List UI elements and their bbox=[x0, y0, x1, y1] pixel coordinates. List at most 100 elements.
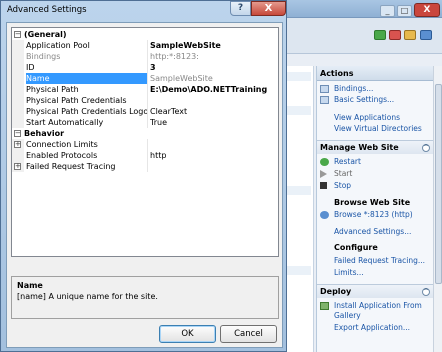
iis-manager-window: _ □ X Actions Bindings... Basic Settings… bbox=[276, 0, 442, 352]
start-link[interactable]: Start bbox=[334, 169, 352, 178]
maximize-button[interactable]: □ bbox=[397, 5, 412, 17]
property-value[interactable]: ClearText bbox=[150, 106, 278, 117]
actions-pane: Actions Bindings... Basic Settings... Vi… bbox=[316, 66, 434, 352]
restart-link[interactable]: Restart bbox=[334, 157, 361, 166]
grid-property-row[interactable]: Start Automatically True bbox=[12, 117, 278, 128]
refresh-icon[interactable] bbox=[374, 30, 386, 40]
manage-web-site-title: Manage Web Site bbox=[320, 143, 399, 152]
close-button[interactable]: X bbox=[251, 1, 286, 16]
install-from-gallery-link[interactable]: Install Application From bbox=[334, 301, 422, 310]
bindings-icon bbox=[320, 85, 329, 93]
column-divider bbox=[147, 106, 148, 117]
restart-icon bbox=[320, 158, 329, 166]
help-icon[interactable] bbox=[420, 30, 432, 40]
property-value[interactable]: True bbox=[150, 117, 278, 128]
collapse-icon[interactable]: − bbox=[14, 31, 21, 38]
grid-property-row[interactable]: Physical Path Credentials bbox=[12, 95, 278, 106]
iis-titlebar: _ □ X bbox=[276, 0, 442, 18]
grid-property-row[interactable]: Name SampleWebSite bbox=[12, 73, 278, 84]
property-name: Name bbox=[26, 73, 148, 84]
view-applications-link[interactable]: View Applications bbox=[334, 113, 400, 122]
column-divider bbox=[147, 139, 148, 150]
grid-property-row[interactable]: Physical Path E:\Demo\ADO.NETTraining bbox=[12, 84, 278, 95]
actions-header: Actions bbox=[317, 66, 434, 81]
row-gutter bbox=[12, 40, 24, 51]
install-from-gallery-link-cont[interactable]: Gallery bbox=[334, 311, 361, 320]
ok-button[interactable]: OK bbox=[159, 325, 216, 343]
cancel-button[interactable]: Cancel bbox=[220, 325, 277, 343]
grid-property-row[interactable]: ID 3 bbox=[12, 62, 278, 73]
actions-scrollbar[interactable] bbox=[433, 66, 442, 352]
property-name: Bindings bbox=[26, 52, 61, 61]
help-button[interactable]: ? bbox=[230, 1, 251, 16]
property-value[interactable]: SampleWebSite bbox=[150, 40, 278, 51]
stop-icon[interactable] bbox=[389, 30, 401, 40]
column-divider bbox=[147, 84, 148, 95]
advanced-settings-link[interactable]: Advanced Settings... bbox=[334, 227, 411, 236]
grid-property-row[interactable]: Application Pool SampleWebSite bbox=[12, 40, 278, 51]
grid-property-row[interactable]: Bindings http:*:8123: bbox=[12, 51, 278, 62]
deploy-title: Deploy bbox=[320, 287, 352, 296]
property-name: Connection Limits bbox=[26, 140, 98, 149]
basic-settings-link[interactable]: Basic Settings... bbox=[334, 95, 394, 104]
install-icon bbox=[320, 302, 329, 310]
property-name: Failed Request Tracing bbox=[26, 162, 116, 171]
view-virtual-directories-link[interactable]: View Virtual Directories bbox=[334, 124, 422, 133]
bindings-link[interactable]: Bindings... bbox=[334, 84, 373, 93]
property-value[interactable]: SampleWebSite bbox=[150, 73, 278, 84]
manage-web-site-section[interactable]: Manage Web Site ^ bbox=[317, 140, 434, 154]
limits-link[interactable]: Limits... bbox=[334, 268, 364, 277]
column-divider bbox=[147, 150, 148, 161]
row-gutter bbox=[12, 106, 24, 117]
grid-category-row[interactable]: − (General) bbox=[12, 29, 278, 40]
deploy-section[interactable]: Deploy ^ bbox=[317, 284, 434, 298]
dialog-body: − (General) Application Pool SampleWebSite B… bbox=[6, 22, 283, 348]
category-label: (General) bbox=[24, 30, 67, 39]
home-icon[interactable] bbox=[404, 30, 416, 40]
iis-toolbar-secondary bbox=[276, 54, 442, 66]
browse-icon bbox=[320, 211, 329, 219]
property-value[interactable]: http:*:8123: bbox=[150, 51, 278, 62]
row-gutter bbox=[12, 150, 24, 161]
column-divider bbox=[147, 95, 148, 106]
minimize-button[interactable]: _ bbox=[380, 5, 395, 17]
grid-property-row[interactable]: + Connection Limits bbox=[12, 139, 278, 150]
failed-request-tracing-link[interactable]: Failed Request Tracing... bbox=[334, 256, 425, 265]
row-gutter bbox=[12, 62, 24, 73]
property-grid[interactable]: − (General) Application Pool SampleWebSite B… bbox=[11, 27, 279, 257]
collapse-icon[interactable]: ^ bbox=[422, 144, 430, 152]
column-divider bbox=[147, 117, 148, 128]
expand-icon[interactable]: + bbox=[14, 163, 21, 170]
category-label: Behavior bbox=[24, 129, 65, 138]
grid-property-row[interactable]: Enabled Protocols http bbox=[12, 150, 278, 161]
iis-toolbar bbox=[276, 18, 442, 54]
scroll-thumb[interactable] bbox=[435, 84, 442, 284]
grid-property-row[interactable]: Physical Path Credentials Logon TypeClea… bbox=[12, 106, 278, 117]
browse-link[interactable]: Browse *:8123 (http) bbox=[334, 210, 413, 219]
iis-close-button[interactable]: X bbox=[414, 3, 440, 17]
stop-square-icon bbox=[320, 182, 327, 189]
row-gutter bbox=[12, 95, 24, 106]
description-text: [name] A unique name for the site. bbox=[17, 292, 158, 301]
row-gutter bbox=[12, 73, 24, 84]
property-value[interactable]: E:\Demo\ADO.NETTraining bbox=[150, 84, 278, 95]
property-name: Physical Path Credentials Logon Type bbox=[26, 107, 148, 116]
dialog-title: Advanced Settings bbox=[7, 5, 87, 15]
property-name: ID bbox=[26, 63, 35, 72]
column-divider bbox=[147, 40, 148, 51]
expand-icon[interactable]: + bbox=[14, 141, 21, 148]
row-gutter bbox=[12, 51, 24, 62]
export-application-link[interactable]: Export Application... bbox=[334, 323, 410, 332]
property-name: Start Automatically bbox=[26, 118, 104, 127]
collapse-icon[interactable]: − bbox=[14, 130, 21, 137]
row-gutter bbox=[12, 117, 24, 128]
stop-link[interactable]: Stop bbox=[334, 181, 351, 190]
property-value[interactable]: http bbox=[150, 150, 278, 161]
collapse-deploy-icon[interactable]: ^ bbox=[422, 288, 430, 296]
configure-title: Configure bbox=[334, 243, 378, 252]
grid-property-row[interactable]: + Failed Request Tracing bbox=[12, 161, 278, 172]
property-value[interactable]: 3 bbox=[150, 62, 278, 73]
column-divider bbox=[147, 73, 148, 84]
grid-category-row[interactable]: − Behavior bbox=[12, 128, 278, 139]
property-name: Application Pool bbox=[26, 41, 90, 50]
